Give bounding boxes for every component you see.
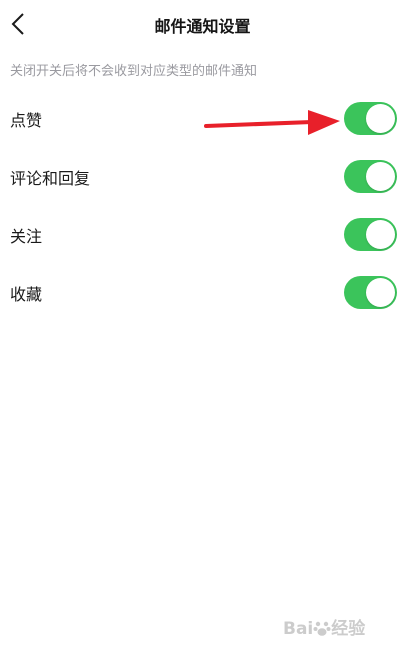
toggle-knob bbox=[366, 104, 395, 133]
setting-label: 收藏 bbox=[10, 285, 43, 304]
like-toggle[interactable] bbox=[344, 102, 397, 135]
annotation-arrow-icon bbox=[204, 110, 340, 135]
paw-icon bbox=[313, 621, 331, 636]
setting-label: 评论和回复 bbox=[10, 169, 91, 188]
setting-row-follow: 关注 bbox=[0, 214, 405, 254]
toggle-knob bbox=[366, 220, 395, 249]
toggle-knob bbox=[366, 162, 395, 191]
toggle-knob bbox=[366, 278, 395, 307]
setting-row-favorite: 收藏 bbox=[0, 272, 405, 312]
follow-toggle[interactable] bbox=[344, 218, 397, 251]
setting-label: 关注 bbox=[10, 227, 43, 246]
settings-hint: 关闭开关后将不会收到对应类型的邮件通知 bbox=[10, 64, 258, 79]
comment-reply-toggle[interactable] bbox=[344, 160, 397, 193]
setting-row-like: 点赞 bbox=[0, 98, 405, 138]
favorite-toggle[interactable] bbox=[344, 276, 397, 309]
page-title: 邮件通知设置 bbox=[154, 17, 251, 36]
watermark-text: 经验 bbox=[331, 619, 366, 639]
nav-bar: 邮件通知设置 bbox=[0, 0, 405, 48]
baidu-watermark: Bai 经验 bbox=[283, 614, 365, 639]
setting-row-comment: 评论和回复 bbox=[0, 156, 405, 196]
setting-label: 点赞 bbox=[10, 111, 43, 130]
watermark-text: Bai bbox=[283, 619, 314, 639]
